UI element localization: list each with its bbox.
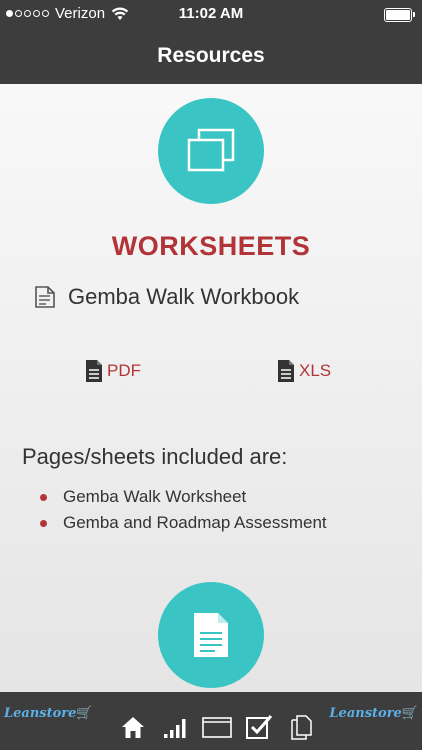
list-item: Gemba and Roadmap Assessment bbox=[40, 510, 327, 536]
xls-link[interactable]: XLS bbox=[277, 359, 331, 383]
document-outline-icon bbox=[35, 286, 55, 308]
worksheets-circle bbox=[158, 98, 264, 204]
home-icon bbox=[122, 717, 144, 738]
checkbox-icon bbox=[246, 715, 273, 739]
list-item-label: Gemba Walk Worksheet bbox=[63, 487, 247, 506]
tab-home[interactable] bbox=[112, 712, 154, 742]
xls-label: XLS bbox=[299, 361, 332, 380]
tab-windows[interactable] bbox=[196, 712, 238, 742]
leanstore-logo: Leanstore🛒 bbox=[4, 706, 93, 721]
bullet-dot bbox=[40, 493, 47, 501]
page-title: Resources bbox=[157, 44, 265, 67]
workbook-row: Gemba Walk Workbook bbox=[34, 284, 299, 310]
status-time: 11:02 AM bbox=[178, 5, 244, 22]
file-icon bbox=[278, 360, 294, 382]
nav-bar: Resources bbox=[0, 28, 422, 84]
pdf-link[interactable]: PDF bbox=[85, 359, 141, 383]
document-icon bbox=[194, 613, 228, 657]
document-circle[interactable] bbox=[158, 582, 264, 688]
included-list: Gemba Walk Worksheet Gemba and Roadmap A… bbox=[40, 484, 327, 536]
tab-checklist[interactable] bbox=[238, 712, 280, 742]
included-heading: Pages/sheets included are: bbox=[22, 444, 288, 469]
workbook-title: Gemba Walk Workbook bbox=[68, 284, 300, 309]
list-item: Gemba Walk Worksheet bbox=[40, 484, 327, 510]
list-item-label: Gemba and Roadmap Assessment bbox=[63, 513, 327, 532]
tab-bar: Leanstore🛒 Leanstore🛒 bbox=[0, 692, 422, 750]
cart-icon: 🛒 bbox=[401, 706, 418, 721]
pdf-label: PDF bbox=[107, 361, 141, 380]
tab-stats[interactable] bbox=[154, 712, 196, 742]
cart-icon: 🛒 bbox=[76, 706, 93, 721]
file-icon bbox=[86, 360, 102, 382]
bullet-dot bbox=[40, 519, 47, 527]
window-icon bbox=[202, 717, 232, 738]
tab-documents[interactable] bbox=[280, 712, 322, 742]
tab-list bbox=[112, 712, 322, 742]
copy-windows-icon bbox=[187, 128, 235, 172]
signal-bars-icon bbox=[164, 719, 186, 738]
status-bar: Verizon 11:02 AM bbox=[0, 0, 422, 28]
leanstore-logo: Leanstore🛒 bbox=[329, 706, 418, 721]
battery-icon bbox=[384, 8, 415, 22]
section-title: WORKSHEETS bbox=[111, 231, 311, 261]
documents-icon bbox=[291, 715, 312, 740]
